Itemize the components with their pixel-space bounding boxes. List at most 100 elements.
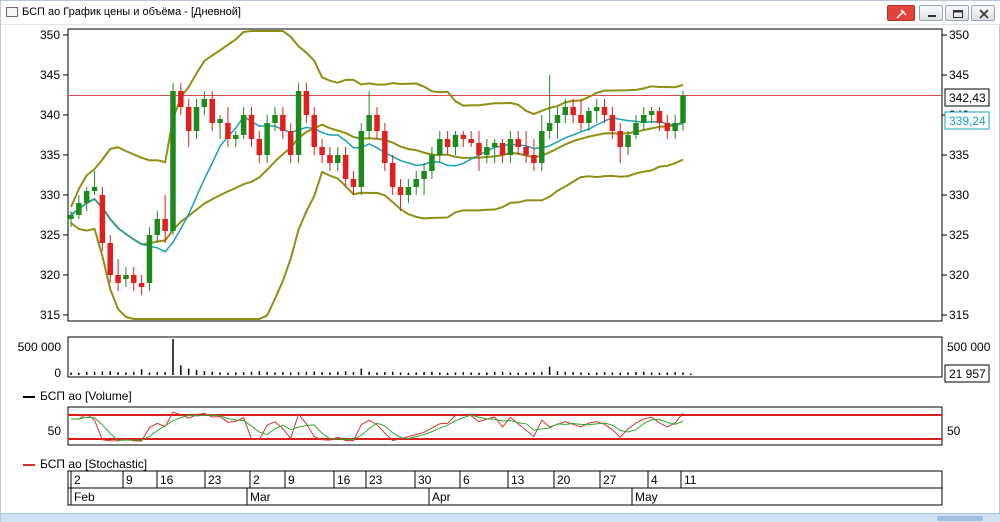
price-y-tick-label: 330: [40, 188, 60, 202]
volume-y-tick: 0: [54, 366, 61, 380]
candle-body: [633, 123, 639, 135]
candle-body: [578, 115, 584, 123]
pin-button[interactable]: [887, 5, 915, 21]
candle-body: [680, 95, 686, 123]
candle-body: [625, 135, 631, 147]
candle-body: [91, 187, 98, 191]
price-y-tick-label-right: 335: [949, 148, 969, 162]
candle-body: [233, 135, 239, 139]
day-label: 11: [684, 473, 697, 487]
day-label: 16: [160, 473, 174, 487]
candle-body: [83, 191, 90, 203]
candle-body: [515, 139, 521, 147]
day-label: 20: [557, 473, 571, 487]
candle-body: [138, 283, 145, 287]
candle-body: [225, 123, 231, 139]
candle-body: [303, 91, 310, 115]
price-y-tick-label: 320: [40, 268, 60, 282]
candle-body: [287, 131, 294, 155]
volume-panel[interactable]: 500 000 0 500 000 21 957: [18, 336, 991, 383]
candle-body: [68, 215, 74, 219]
candle-body: [99, 195, 106, 243]
candle-body: [178, 91, 184, 107]
last-price-label: 342,43: [949, 91, 986, 105]
candle-body: [546, 123, 553, 131]
close-button[interactable]: [971, 5, 995, 21]
candle-body: [468, 139, 474, 143]
day-label: 23: [208, 473, 222, 487]
candle-body: [593, 107, 600, 111]
price-y-tick-label: 340: [40, 108, 60, 122]
candle-body: [248, 115, 255, 139]
candle-body: [193, 107, 200, 131]
candle-body: [366, 115, 372, 131]
candle-body: [531, 155, 537, 163]
title-bar[interactable]: БСП ао График цены и объёма - [Дневной]: [1, 1, 1000, 25]
candle-body: [131, 275, 137, 283]
candle-body: [641, 115, 647, 123]
candle-body: [554, 115, 561, 123]
window-icon: [6, 7, 18, 17]
candle-body: [617, 131, 623, 147]
price-panel[interactable]: 350 345 340 335 330 325 320 315 350 345 340 335 330…: [40, 28, 990, 322]
day-label: 16: [337, 473, 351, 487]
stochastic-panel[interactable]: 50 50: [48, 406, 961, 446]
price-y-axis: 350 345 340 335 330 325 320 315: [40, 28, 68, 322]
candle-body: [342, 155, 349, 179]
month-label: Apr: [432, 490, 451, 504]
candle-body: [154, 219, 161, 235]
stochastic-legend[interactable]: БСП ао [Stochastic]: [23, 457, 147, 471]
price-y-tick-label-right: 345: [949, 68, 969, 82]
month-label: Feb: [74, 490, 95, 504]
maximize-icon: [953, 10, 963, 18]
candle-body: [672, 123, 678, 131]
candle-body: [389, 163, 396, 187]
candle-body: [272, 115, 278, 123]
candle-body: [452, 135, 459, 147]
price-y-tick-label: 335: [40, 148, 60, 162]
price-y-tick-label-right: 325: [949, 228, 969, 242]
candle-body: [170, 91, 176, 231]
candle-body: [280, 115, 286, 131]
day-label: 4: [651, 473, 658, 487]
candle-body: [648, 111, 655, 115]
candle-body: [382, 131, 388, 163]
chart-window: БСП ао График цены и объёма - [Дневной]: [0, 0, 1000, 522]
price-y-tick-label-right: 320: [949, 268, 969, 282]
candle-body: [240, 115, 247, 135]
volume-legend[interactable]: БСП ао [Volume]: [23, 389, 132, 403]
candle-body: [374, 115, 380, 131]
candle-body: [185, 107, 192, 131]
candle-body: [491, 143, 498, 147]
month-label: May: [635, 490, 658, 504]
price-plot-frame: [67, 28, 943, 322]
candle-body: [499, 143, 506, 155]
volume-y-tick-right: 500 000: [947, 340, 991, 354]
maximize-button[interactable]: [945, 5, 969, 21]
candle-body: [429, 155, 435, 171]
scrollbar-thumb[interactable]: [937, 516, 983, 521]
chart-canvas[interactable]: 350 345 340 335 330 325 320 315 350 345 340 335 330…: [1, 25, 1000, 513]
candle-body: [76, 203, 82, 215]
day-label: 13: [511, 473, 525, 487]
candle-body: [350, 179, 357, 187]
candle-body: [115, 275, 121, 283]
horizontal-scrollbar[interactable]: [1, 513, 1000, 522]
candle-body: [421, 171, 427, 179]
date-axis[interactable]: 2 9 16 23 2 9 16 23 30 6 13 20 27 4 11 Feb Mar Apr May: [67, 470, 943, 506]
day-label: 6: [463, 473, 470, 487]
minimize-button[interactable]: [919, 5, 943, 21]
volume-plot-frame: [67, 336, 943, 378]
candle-body: [484, 147, 490, 155]
price-y-tick-label-right: 350: [949, 28, 969, 42]
candle-body: [217, 119, 223, 123]
stochastic-legend-swatch: [23, 463, 35, 466]
candle-body: [335, 155, 341, 163]
candle-body: [264, 123, 270, 155]
month-label: Mar: [250, 490, 271, 504]
candle-body: [601, 107, 608, 115]
candle-body: [586, 111, 592, 123]
volume-legend-label: БСП ао [Volume]: [40, 389, 132, 403]
candle-body: [656, 111, 663, 123]
candle-body: [460, 135, 467, 139]
